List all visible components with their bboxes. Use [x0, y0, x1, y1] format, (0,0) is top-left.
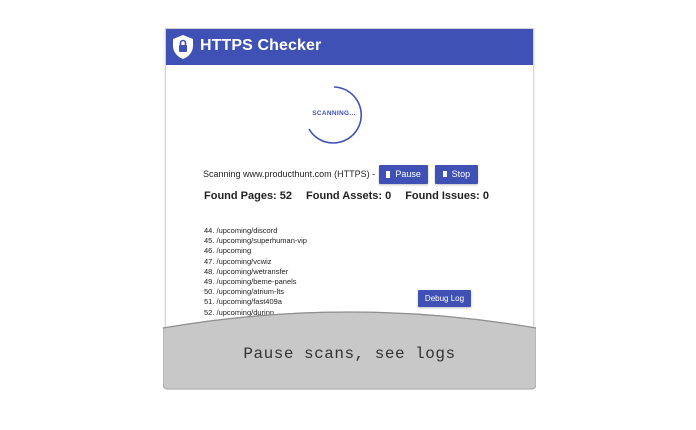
stop-button[interactable]: Stop	[435, 164, 479, 184]
scan-status-row: Scanning www.producthunt.com (HTTPS) - P…	[203, 164, 479, 184]
stop-button-label: Stop	[451, 169, 471, 179]
pause-button[interactable]: Pause	[379, 164, 429, 184]
pause-icon	[386, 170, 391, 178]
list-item: 49. /upcoming/beme-panels	[204, 277, 297, 287]
list-item: 48. /upcoming/wetransfer	[204, 266, 289, 276]
stop-icon	[443, 171, 447, 177]
pause-button-label: Pause	[395, 169, 421, 179]
list-item: 44. /upcoming/discord	[204, 226, 278, 235]
caption-banner: Pause scans, see logs	[163, 300, 536, 390]
scan-status-text: Scanning www.producthunt.com (HTTPS) -	[203, 169, 376, 179]
shield-lock-icon	[173, 35, 193, 59]
app-title: HTTPS Checker	[200, 37, 322, 54]
list-item: 50. /upcoming/atrium-lts	[204, 287, 285, 297]
scan-stats: Found Pages: 52 Found Assets: 0 Found Is…	[204, 190, 503, 202]
found-assets: Found Assets: 0	[306, 190, 392, 202]
found-issues: Found Issues: 0	[405, 190, 489, 202]
list-item: 47. /upcoming/vcwiz	[204, 256, 272, 266]
list-item: 46. /upcoming	[204, 246, 252, 256]
banner-caption: Pause scans, see logs	[243, 345, 456, 363]
app-header: HTTPS Checker	[166, 29, 533, 65]
list-item: 45. /upcoming/superhuman-vip	[204, 236, 307, 246]
scanning-spinner: SCANNING...	[302, 83, 366, 147]
found-pages: Found Pages: 52	[204, 190, 293, 202]
spinner-label: SCANNING...	[312, 110, 356, 117]
